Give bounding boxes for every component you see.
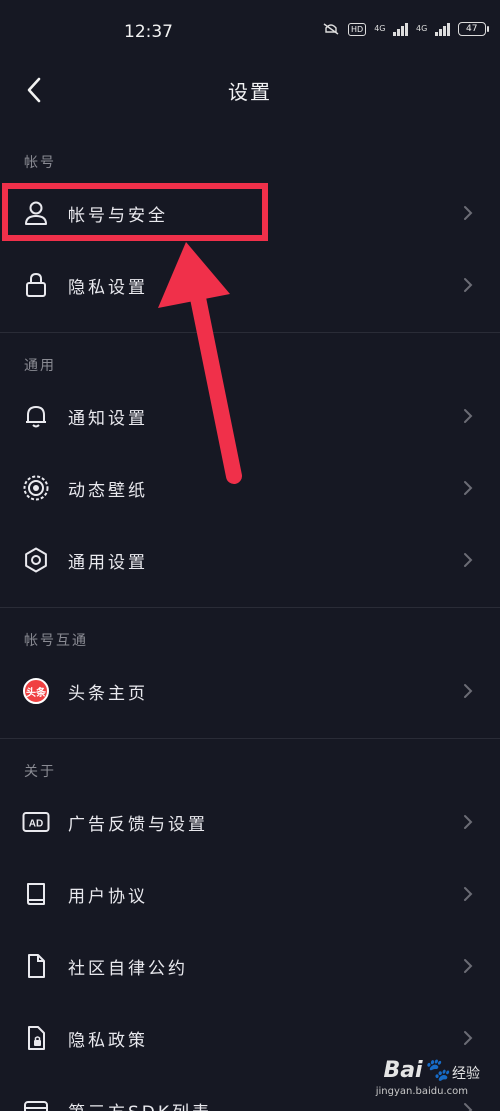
chevron-right-icon [462, 884, 474, 904]
settings-item-label: 通用设置 [68, 552, 148, 573]
book-icon [22, 880, 50, 908]
status-bar: 12:37 HD 4G 4G 47 [0, 0, 500, 64]
highlight-box [2, 183, 268, 241]
settings-item-label: 隐私政策 [68, 1030, 148, 1051]
chevron-right-icon [462, 550, 474, 570]
chevron-right-icon [462, 275, 474, 295]
chevron-right-icon [462, 406, 474, 426]
gear-icon [22, 546, 50, 574]
signal-icon [435, 22, 450, 36]
status-time: 12:37 [124, 22, 173, 42]
mute-icon [323, 23, 339, 35]
settings-item-toutiao-home[interactable]: 头条 头条主页 [0, 657, 500, 725]
privacy-document-icon [22, 1024, 50, 1052]
page-title: 设置 [228, 80, 272, 104]
settings-item-label: 广告反馈与设置 [68, 814, 208, 835]
list-icon [22, 1096, 50, 1111]
settings-item-user-agreement[interactable]: 用户协议 [0, 860, 500, 928]
network-label-1: 4G [374, 24, 386, 33]
chevron-right-icon [462, 681, 474, 701]
section-label-account: 帐号 [24, 155, 56, 171]
settings-item-label: 第三方SDK列表 [68, 1098, 212, 1111]
settings-item-general-settings[interactable]: 通用设置 [0, 526, 500, 594]
section-label-general: 通用 [24, 358, 56, 374]
chevron-right-icon [462, 203, 474, 223]
chevron-right-icon [462, 1028, 474, 1048]
section-divider [0, 738, 500, 739]
section-label-linked: 帐号互通 [24, 633, 88, 649]
settings-item-community-rules[interactable]: 社区自律公约 [0, 932, 500, 1000]
watermark-url: jingyan.baidu.com [375, 1086, 468, 1097]
network-label-2: 4G [415, 24, 428, 33]
section-label-about: 关于 [24, 764, 56, 780]
watermark-text: 经验 [452, 1066, 480, 1082]
watermark-logo: Bai🐾 [383, 1058, 450, 1083]
header: 设置 [0, 64, 500, 116]
toutiao-icon: 头条 [22, 677, 50, 705]
ad-icon: AD [22, 808, 50, 836]
chevron-right-icon [462, 1100, 474, 1111]
baidu-watermark: Bai🐾 经验 [383, 1058, 480, 1083]
bell-icon [22, 402, 50, 430]
lock-icon [22, 271, 50, 299]
battery-icon: 47 [457, 22, 489, 36]
signal-icon [393, 22, 408, 36]
hd-badge: HD [348, 22, 367, 36]
settings-item-label: 用户协议 [68, 886, 148, 907]
settings-item-label: 社区自律公约 [68, 958, 188, 979]
settings-item-label: 头条主页 [68, 683, 148, 704]
settings-item-ad-feedback[interactable]: AD 广告反馈与设置 [0, 788, 500, 856]
ad-badge: AD [29, 819, 43, 830]
document-icon [22, 952, 50, 980]
chevron-right-icon [462, 956, 474, 976]
annotation-arrow-icon [158, 242, 242, 484]
status-icons: HD 4G 4G 47 [322, 22, 489, 36]
settings-item-label: 通知设置 [68, 408, 148, 429]
chevron-right-icon [462, 812, 474, 832]
wallpaper-icon [22, 474, 50, 502]
settings-item-label: 动态壁纸 [68, 480, 148, 501]
toutiao-badge: 头条 [23, 678, 49, 704]
section-divider [0, 607, 500, 608]
chevron-right-icon [462, 478, 474, 498]
settings-item-label: 隐私设置 [68, 277, 148, 298]
